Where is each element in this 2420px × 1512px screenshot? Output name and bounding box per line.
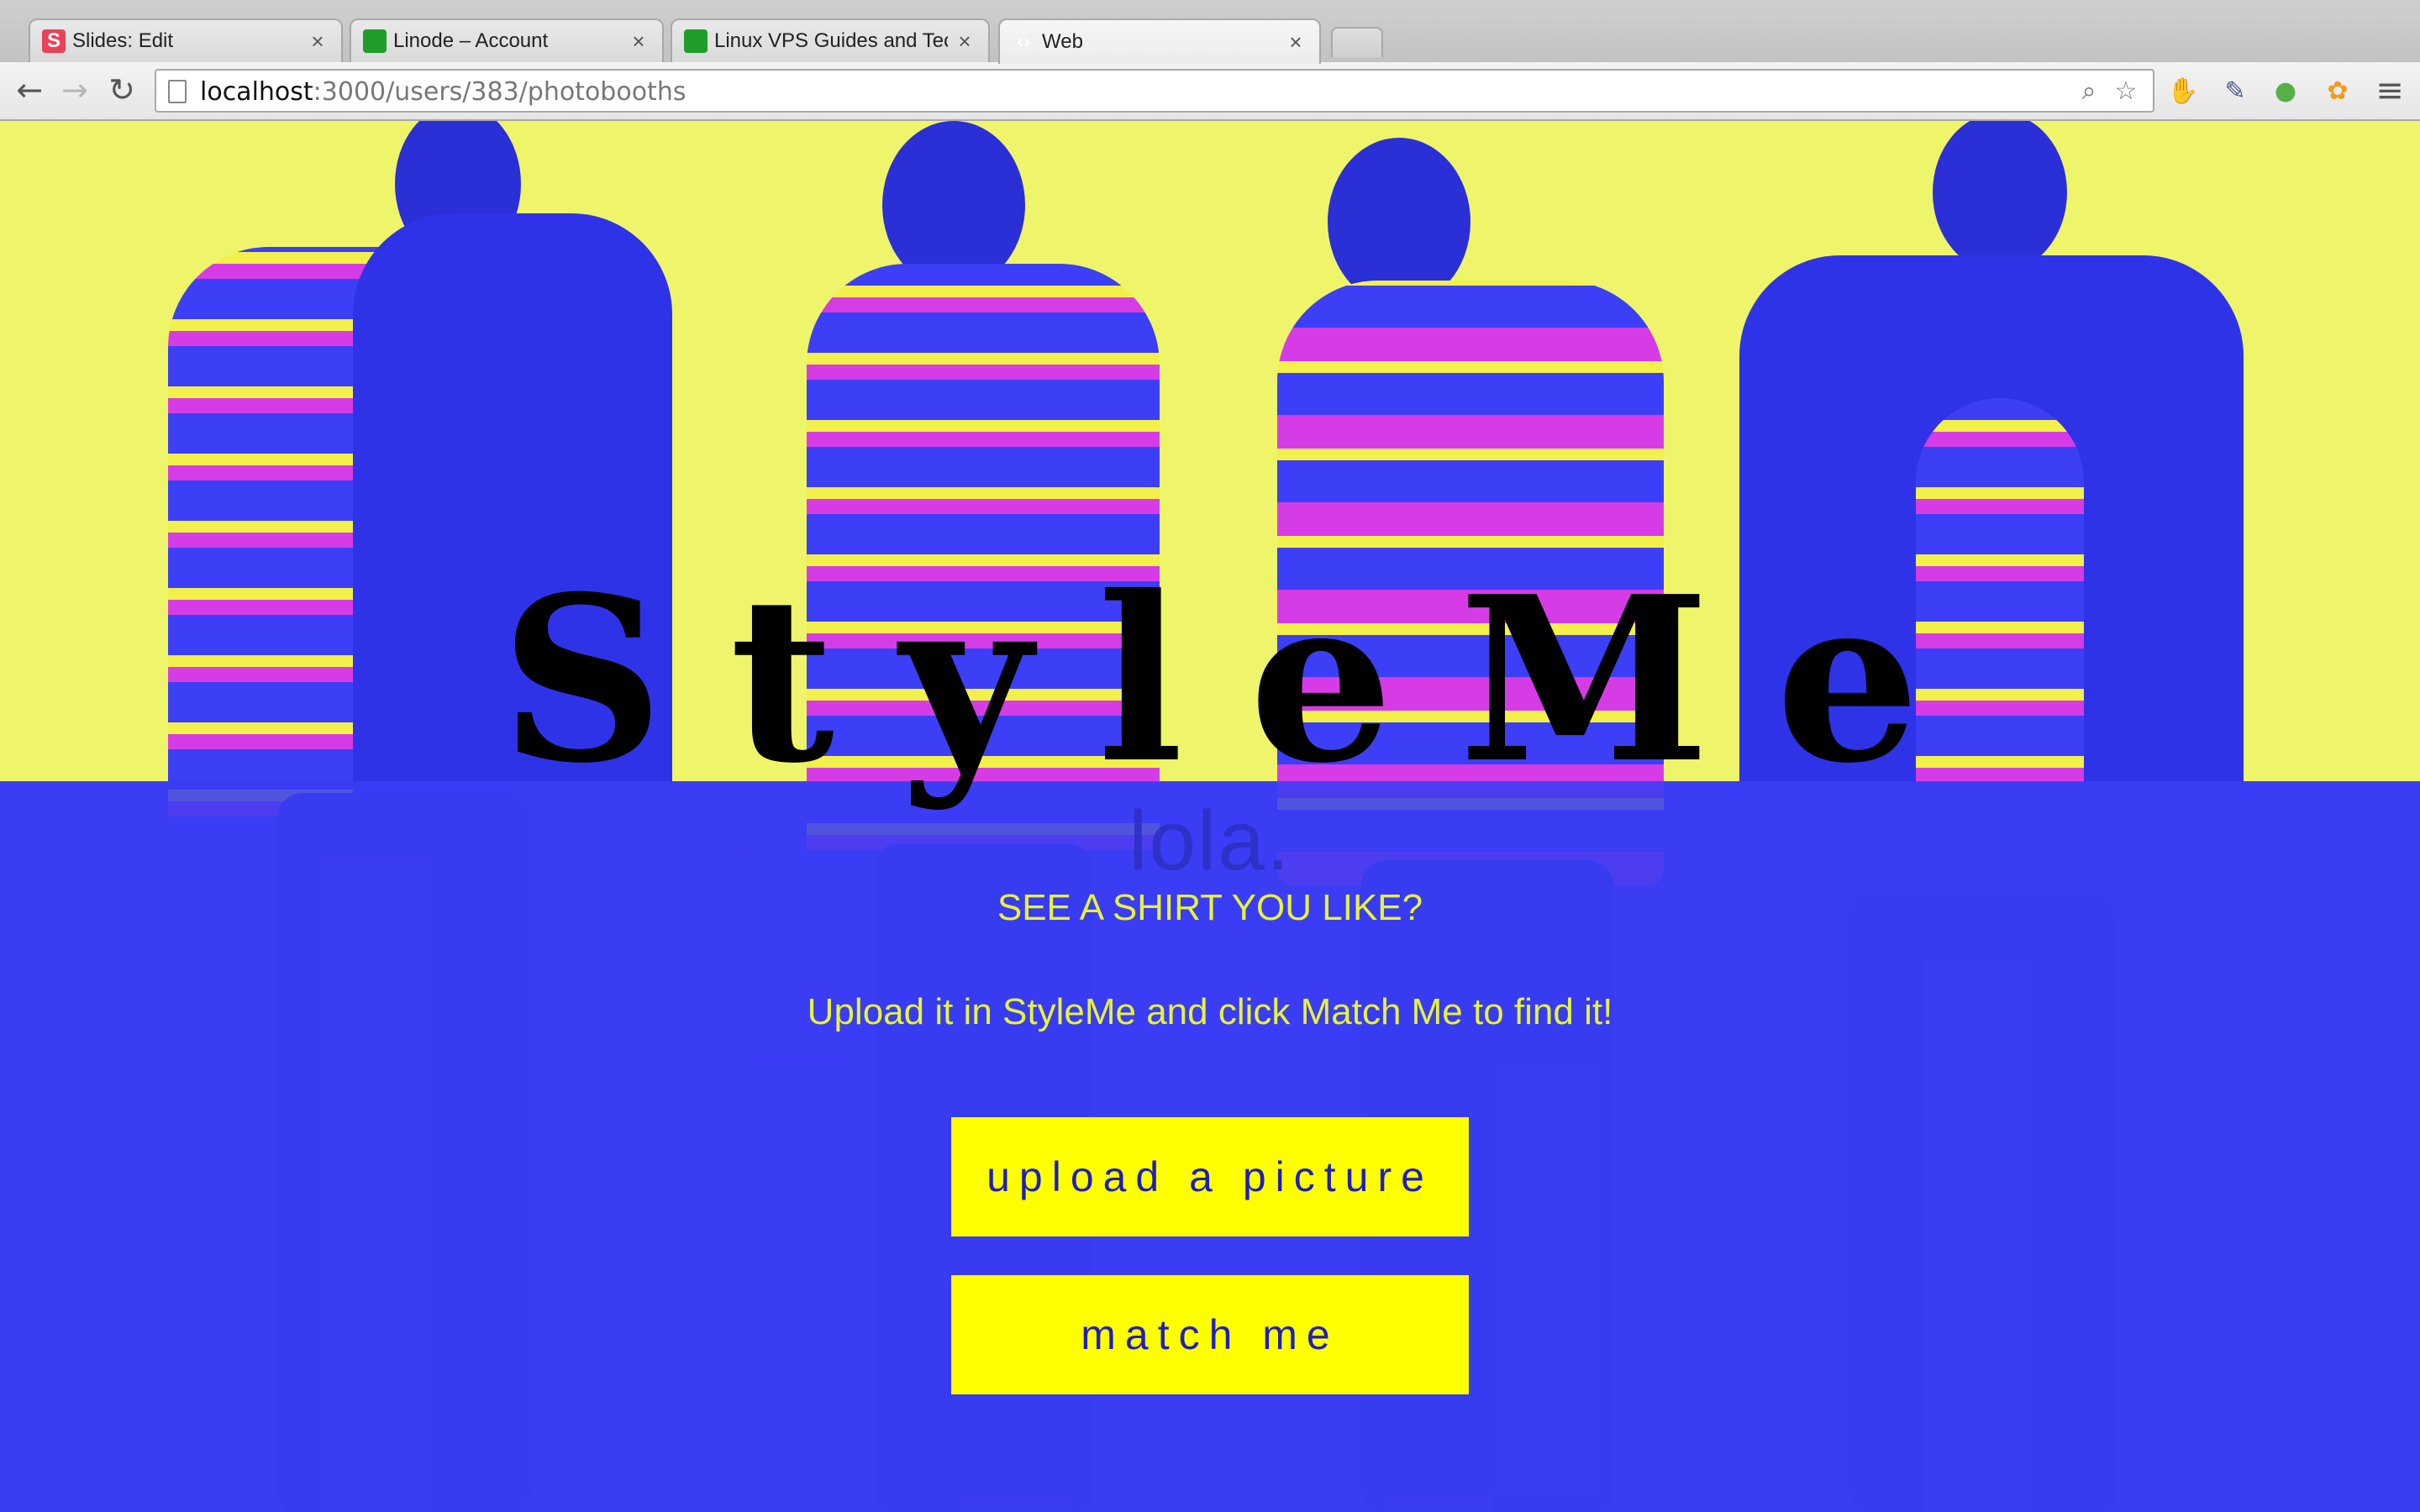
bookmark-star-icon[interactable]: ☆: [2111, 76, 2141, 106]
zoom-icon[interactable]: ⌕: [2074, 76, 2104, 106]
linode-favicon-icon: [363, 29, 387, 53]
evernote-icon[interactable]: ●: [2269, 74, 2302, 108]
tab-title: Slides: Edit: [72, 29, 174, 52]
url-text[interactable]: localhost:3000/users/383/photobooths: [200, 77, 686, 107]
tab-strip: S Slides: Edit × Linode – Account × Linu…: [0, 0, 2420, 64]
page-title: StyleMe: [500, 546, 1986, 813]
browser-toolbar: ← → ↻ localhost:3000/users/383/photoboot…: [0, 62, 2420, 119]
tab-slides[interactable]: S Slides: Edit ×: [29, 18, 343, 62]
page-viewport: StyleMe lola. SEE A SHIRT YOU LIKE? Uplo…: [0, 121, 2420, 1512]
url-host: localhost: [200, 77, 313, 107]
adblock-icon[interactable]: ✋: [2166, 74, 2200, 108]
back-arrow-icon[interactable]: ←: [10, 71, 49, 109]
slides-favicon-icon: S: [42, 29, 66, 53]
tab-linux-vps-guides[interactable]: Linux VPS Guides and Tech ×: [671, 18, 990, 62]
tab-title: Web: [1042, 30, 1083, 53]
eyedropper-icon[interactable]: ✎: [2218, 74, 2252, 108]
address-bar[interactable]: localhost:3000/users/383/photobooths ⌕ ☆: [155, 69, 2154, 113]
tab-linode-account[interactable]: Linode – Account ×: [350, 18, 664, 62]
tab-title: Linux VPS Guides and Tech: [714, 29, 948, 52]
match-me-button[interactable]: match me: [951, 1275, 1469, 1394]
honey-icon[interactable]: ✿: [2321, 74, 2354, 108]
url-path: :3000/users/383/photobooths: [313, 77, 687, 107]
browser-chrome: S Slides: Edit × Linode – Account × Linu…: [0, 0, 2420, 121]
close-icon[interactable]: ×: [308, 29, 328, 54]
menu-icon[interactable]: ≡: [2373, 71, 2407, 110]
linode-favicon-icon: [684, 29, 708, 53]
close-icon[interactable]: ×: [629, 29, 649, 54]
new-tab-button[interactable]: [1331, 27, 1383, 57]
tab-title: Linode – Account: [393, 29, 549, 52]
forward-arrow-icon[interactable]: →: [55, 71, 94, 109]
tagline: SEE A SHIRT YOU LIKE?: [997, 887, 1423, 928]
instruction-text: Upload it in StyleMe and click Match Me …: [807, 991, 1613, 1032]
close-icon[interactable]: ×: [955, 29, 975, 54]
upload-picture-button[interactable]: upload a picture: [951, 1117, 1469, 1236]
reload-icon[interactable]: ↻: [103, 71, 141, 109]
page-icon: [168, 80, 187, 103]
lola-logo: lola.: [1128, 794, 1292, 888]
tab-web[interactable]: ‹› Web ×: [998, 18, 1321, 64]
code-favicon-icon: ‹›: [1017, 30, 1030, 53]
close-icon[interactable]: ×: [1286, 29, 1306, 55]
